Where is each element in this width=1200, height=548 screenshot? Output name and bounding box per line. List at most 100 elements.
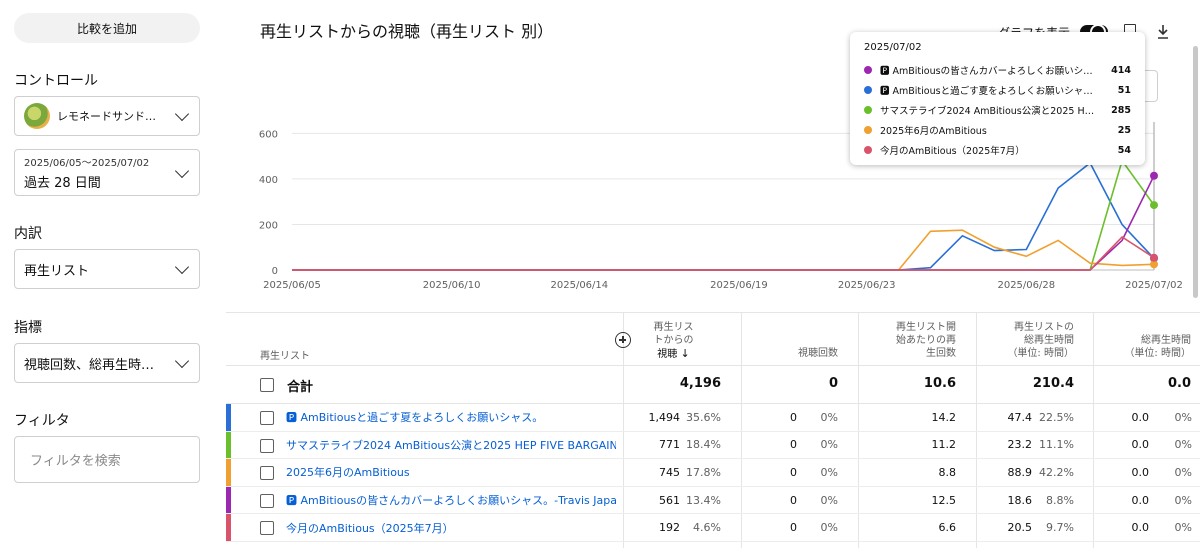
x-tick-label: 2025/06/23 <box>838 280 896 291</box>
filter-search-input[interactable]: フィルタを検索 <box>14 436 200 483</box>
header-per-start[interactable]: 再生リスト開 始あたりの再 生回数 <box>863 321 956 360</box>
x-tick-label: 2025/06/10 <box>423 280 481 291</box>
table-row[interactable]: 今月のAmBitious（2025年7月） 192 4.6% 0 0% 6.6 20.5 9.… <box>226 514 1200 542</box>
views-from-value: 192 <box>659 521 680 535</box>
playlist-title-link[interactable]: 🅿 AmBitiousと過ごす夏をよろしくお願いシャス。 <box>286 404 616 431</box>
channel-selector[interactable]: レモネードサンド… <box>14 96 200 136</box>
series-point <box>1150 253 1158 262</box>
views-from-pct: 13.4% <box>686 493 721 507</box>
tooltip-series-name: 2025年6月のAmBitious <box>880 126 987 137</box>
watch-time-pct: 22.5% <box>1039 410 1074 424</box>
tooltip-series-value: 25 <box>1117 124 1131 136</box>
playlist-title-link[interactable]: サマステライブ2024 AmBitious公演と2025 HEP FIVE BA… <box>286 432 616 459</box>
add-comparison-button[interactable]: 比較を追加 <box>14 13 200 43</box>
metrics-selector[interactable]: 視聴回数、総再生時… <box>14 343 200 383</box>
playlist-title-link[interactable]: 🅿 AmBitiousの皆さんカバーよろしくお願いシャス。-Travis Jap… <box>286 487 616 514</box>
watch-time-value: 88.9 <box>1007 465 1033 479</box>
header-line: 始あたりの再 <box>896 335 956 346</box>
total-label: 合計 <box>287 380 314 395</box>
table-row[interactable]: 2025年6月のAmBitious 745 17.8% 0 0% 8.8 88.9 42.2%… <box>226 459 1200 487</box>
series-dot-icon <box>864 106 872 114</box>
header-line: トからの <box>653 335 694 346</box>
table-row[interactable]: サマステライブ2024 AmBitious公演と2025 HEP FIVE BA… <box>226 431 1200 460</box>
row-checkbox[interactable] <box>260 411 274 425</box>
series-color-bar <box>226 486 231 514</box>
header-line: 総再生時間 <box>1141 335 1191 346</box>
header-line: 総再生時間 <box>1024 335 1074 346</box>
views-from-pct: 17.8% <box>686 465 721 479</box>
sidebar: 比較を追加 コントロール レモネードサンド… 2025/06/05〜2025/0… <box>0 0 214 548</box>
header-line: 視聴 ↓ <box>646 347 701 361</box>
row-checkbox[interactable] <box>260 466 274 481</box>
total-per-start: 10.6 <box>923 376 956 391</box>
metrics-value: 視聴回数、総再生時… <box>24 357 155 373</box>
playlist-title-link[interactable]: 今月のAmBitious（2025年7月） <box>286 514 616 541</box>
total-views: 0 <box>828 376 838 391</box>
y-tick-label: 200 <box>259 220 278 231</box>
watch-time-value: 20.5 <box>1007 521 1033 535</box>
header-total-watch-time[interactable]: 総再生時間 （単位: 時間） <box>1098 334 1191 360</box>
scrollbar[interactable] <box>1193 46 1198 298</box>
series-line <box>292 235 1155 271</box>
total-checkbox[interactable] <box>260 378 274 392</box>
sort-down-icon[interactable]: ↓ <box>680 347 689 360</box>
total-watch-value: 0.0 <box>1131 521 1150 535</box>
tooltip-series-name: サマステライブ2024 AmBitious公演と2025 HE… <box>880 106 1101 117</box>
views-value: 0 <box>790 493 797 507</box>
series-dot-icon <box>864 66 872 74</box>
header-views[interactable]: 視聴回数 <box>746 347 838 360</box>
watch-time-pct: 8.8% <box>1046 493 1074 507</box>
tooltip-row: サマステライブ2024 AmBitious公演と2025 HE… 285 <box>864 100 1131 120</box>
total-watch-value: 0.0 <box>1131 465 1150 479</box>
row-checkbox[interactable] <box>260 521 274 536</box>
watch-time-pct: 11.1% <box>1039 438 1074 452</box>
x-tick-label: 2025/06/14 <box>551 280 609 291</box>
tooltip-series-value: 51 <box>1117 84 1131 96</box>
add-column-icon[interactable] <box>615 332 631 348</box>
filter-label: フィルタ <box>14 413 70 429</box>
playlist-title-link[interactable]: 2025年6月のAmBitious <box>286 459 616 486</box>
controls-label: コントロール <box>14 73 98 89</box>
table-row[interactable]: 🅿 AmBitiousの皆さんカバーよろしくお願いシャス。-Travis Jap… <box>226 486 1200 515</box>
total-watch-value: 0.0 <box>1131 493 1150 507</box>
chevron-down-icon <box>174 163 190 178</box>
views-pct: 0% <box>820 465 838 479</box>
views-from-pct: 18.4% <box>686 438 721 452</box>
tooltip-row: 今月のAmBitious（2025年7月） 54 <box>864 140 1131 160</box>
header-watch-time[interactable]: 再生リストの 総再生時間 （単位: 時間） <box>981 321 1074 360</box>
header-views-from-playlist[interactable]: 再生リス トからの 視聴 ↓ <box>646 321 701 361</box>
series-color-bar <box>226 459 231 486</box>
tooltip-row: 🅿 AmBitiousの皆さんカバーよろしくお願いシャ… 414 <box>864 60 1131 80</box>
table-row[interactable]: 🅿 AmBitiousと過ごす夏をよろしくお願いシャス。 1,494 35.6% 0 0… <box>226 404 1200 432</box>
chevron-down-icon <box>174 106 190 122</box>
total-watch-pct: 0% <box>1174 465 1192 479</box>
row-checkbox[interactable] <box>260 493 274 508</box>
breakdown-label: 内訳 <box>14 226 42 242</box>
views-from-value: 561 <box>659 493 680 507</box>
series-point <box>1150 171 1158 180</box>
views-value: 0 <box>790 438 797 452</box>
views-from-pct: 4.6% <box>693 521 721 535</box>
page-title: 再生リストからの視聴（再生リスト 別） <box>260 22 554 41</box>
tooltip-date: 2025/07/02 <box>864 42 922 53</box>
series-point <box>1150 201 1158 210</box>
channel-avatar <box>24 103 50 129</box>
tooltip-row: 2025年6月のAmBitious 25 <box>864 120 1131 140</box>
total-watch-pct: 0% <box>1174 493 1192 507</box>
views-value: 0 <box>790 465 797 479</box>
breakdown-selector[interactable]: 再生リスト <box>14 249 200 289</box>
y-tick-label: 600 <box>259 129 278 140</box>
y-tick-label: 400 <box>259 175 278 186</box>
series-color-bar <box>226 404 231 431</box>
total-watch-value: 0.0 <box>1131 410 1150 424</box>
views-from-value: 1,494 <box>648 410 681 424</box>
tooltip-series-name: 🅿 AmBitiousの皆さんカバーよろしくお願いシャ… <box>880 66 1103 77</box>
per-start-value: 12.5 <box>931 493 957 507</box>
views-value: 0 <box>790 521 797 535</box>
date-range-selector[interactable]: 2025/06/05〜2025/07/02 過去 28 日間 <box>14 149 200 196</box>
total-total-watch: 0.0 <box>1167 376 1191 391</box>
views-from-value: 745 <box>659 465 680 479</box>
per-start-value: 11.2 <box>931 438 957 452</box>
row-checkbox[interactable] <box>260 438 274 453</box>
download-icon[interactable] <box>1157 24 1169 40</box>
